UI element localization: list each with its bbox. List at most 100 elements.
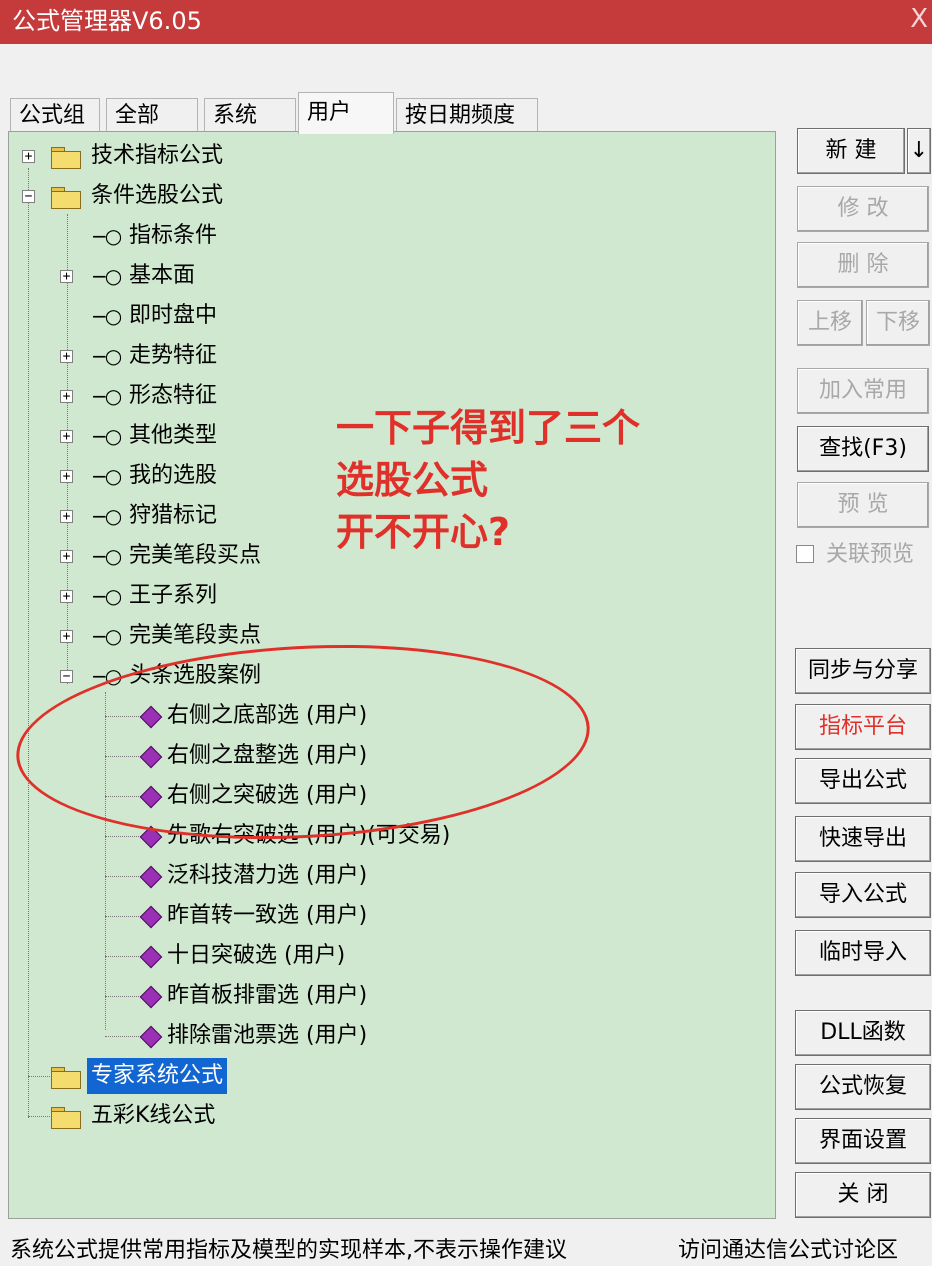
move-up-button[interactable]: 上移: [797, 300, 863, 346]
collapse-icon[interactable]: −: [60, 670, 73, 683]
key-icon: −○: [91, 424, 122, 448]
expand-icon[interactable]: +: [60, 510, 73, 523]
link-preview-checkbox[interactable]: [796, 545, 814, 563]
tree-item-intraday[interactable]: −○ 即时盘中: [9, 298, 309, 334]
dll-functions-button[interactable]: DLL函数: [795, 1010, 931, 1056]
tree-item-perfect-buy[interactable]: + −○ 完美笔段买点: [9, 538, 309, 574]
move-down-button[interactable]: 下移: [866, 300, 930, 346]
expand-icon[interactable]: +: [60, 590, 73, 603]
collapse-icon[interactable]: −: [22, 190, 35, 203]
tree-item-formula[interactable]: 排除雷池票选 (用户): [9, 1018, 509, 1054]
formula-gem-icon: [139, 865, 163, 889]
expand-icon[interactable]: +: [60, 550, 73, 563]
expand-icon[interactable]: +: [60, 270, 73, 283]
tree-item-label: 专家系统公式: [87, 1058, 228, 1094]
annotation-text: 一下子得到了三个 选股公式 开不开心?: [336, 402, 640, 558]
tree-item-pattern-features[interactable]: + −○ 形态特征: [9, 378, 309, 414]
key-icon: −○: [91, 464, 122, 488]
tree-item-stock-selection[interactable]: − 条件选股公式: [9, 178, 309, 214]
export-formula-button[interactable]: 导出公式: [795, 758, 931, 804]
tree-item-formula[interactable]: 昨首转一致选 (用户): [9, 898, 509, 934]
key-icon: −○: [91, 344, 122, 368]
tree-item-label: 其他类型: [129, 423, 218, 448]
quick-export-button[interactable]: 快速导出: [795, 816, 931, 862]
expand-icon[interactable]: +: [60, 350, 73, 363]
expand-icon[interactable]: +: [60, 430, 73, 443]
new-button[interactable]: 新 建: [797, 128, 905, 174]
key-icon: −○: [91, 264, 122, 288]
tree-item-formula[interactable]: 十日突破选 (用户): [9, 938, 509, 974]
tree-item-trend-features[interactable]: + −○ 走势特征: [9, 338, 309, 374]
link-preview-label: 关联预览: [826, 542, 915, 567]
expand-icon[interactable]: +: [60, 390, 73, 403]
tree-item-label: 走势特征: [129, 343, 218, 368]
tab-system[interactable]: 系统: [204, 98, 296, 132]
key-icon: −○: [91, 584, 122, 608]
tree-item-label: 我的选股: [129, 463, 218, 488]
key-icon: −○: [91, 384, 122, 408]
expand-icon[interactable]: +: [22, 150, 35, 163]
new-dropdown-button[interactable]: ↓: [907, 128, 931, 174]
import-formula-button[interactable]: 导入公式: [795, 872, 931, 918]
formula-gem-icon: [139, 1025, 163, 1049]
tree-item-label: 条件选股公式: [91, 183, 224, 208]
annotation-line: 选股公式: [336, 458, 489, 502]
formula-restore-button[interactable]: 公式恢复: [795, 1064, 931, 1110]
close-icon[interactable]: X: [910, 4, 928, 34]
ui-settings-button[interactable]: 界面设置: [795, 1118, 931, 1164]
folder-icon: [51, 1105, 81, 1129]
tree-connector: [105, 836, 141, 837]
tree-item-label: 十日突破选 (用户): [167, 943, 346, 968]
tree-item-fundamentals[interactable]: + −○ 基本面: [9, 258, 309, 294]
tree-item-prince-series[interactable]: + −○ 王子系列: [9, 578, 309, 614]
tree-item-label: 排除雷池票选 (用户): [167, 1023, 368, 1048]
tree-item-label: 昨首板排雷选 (用户): [167, 983, 368, 1008]
tree-item-label: 指标条件: [129, 223, 218, 248]
tree-item-label: 技术指标公式: [91, 143, 224, 168]
formula-gem-icon: [139, 945, 163, 969]
expand-icon[interactable]: +: [60, 630, 73, 643]
formula-gem-icon: [139, 905, 163, 929]
tab-user[interactable]: 用户: [298, 92, 394, 134]
key-icon: −○: [91, 624, 122, 648]
tree-item-colored-kline[interactable]: 五彩K线公式: [9, 1098, 309, 1134]
delete-button[interactable]: 删 除: [797, 242, 929, 288]
expand-icon[interactable]: +: [60, 470, 73, 483]
tree-item-formula[interactable]: 昨首板排雷选 (用户): [9, 978, 509, 1014]
tree-item-my-selection[interactable]: + −○ 我的选股: [9, 458, 309, 494]
tree-item-indicator-condition[interactable]: −○ 指标条件: [9, 218, 309, 254]
tab-all[interactable]: 全部: [106, 98, 198, 132]
tree-connector: [105, 956, 141, 957]
tree-item-label: 五彩K线公式: [91, 1103, 216, 1128]
tree-item-other-types[interactable]: + −○ 其他类型: [9, 418, 309, 454]
formula-gem-icon: [139, 985, 163, 1009]
temp-import-button[interactable]: 临时导入: [795, 930, 931, 976]
preview-button[interactable]: 预 览: [797, 482, 929, 528]
key-icon: −○: [91, 304, 122, 328]
tree-connector: [105, 1036, 141, 1037]
title-bar: 公式管理器V6.05 X: [0, 0, 932, 44]
indicator-platform-button[interactable]: 指标平台: [795, 704, 931, 750]
folder-icon: [51, 145, 81, 169]
modify-button[interactable]: 修 改: [797, 186, 929, 232]
tree-connector: [105, 996, 141, 997]
tab-formula-group[interactable]: 公式组: [10, 98, 100, 132]
tree-item-label: 狩猎标记: [129, 503, 218, 528]
tree-item-label: 形态特征: [129, 383, 218, 408]
tree-item-label: 基本面: [129, 263, 196, 288]
annotation-line: 一下子得到了三个: [336, 406, 641, 450]
tree-item-formula[interactable]: 泛科技潜力选 (用户): [9, 858, 509, 894]
tree-item-technical-indicators[interactable]: + 技术指标公式: [9, 138, 309, 174]
window-title: 公式管理器V6.05: [12, 7, 202, 35]
find-button[interactable]: 查找(F3): [797, 426, 929, 472]
tree-item-label: 完美笔段卖点: [129, 623, 262, 648]
key-icon: −○: [91, 224, 122, 248]
add-common-button[interactable]: 加入常用: [797, 368, 929, 414]
tree-connector: [105, 916, 141, 917]
sync-share-button[interactable]: 同步与分享: [795, 648, 931, 694]
tab-by-date-frequency[interactable]: 按日期频度: [396, 98, 538, 132]
tree-item-expert-system[interactable]: 专家系统公式: [9, 1058, 309, 1094]
close-button[interactable]: 关 闭: [795, 1172, 931, 1218]
tree-item-label: 即时盘中: [129, 303, 218, 328]
tree-item-hunting-marks[interactable]: + −○ 狩猎标记: [9, 498, 309, 534]
